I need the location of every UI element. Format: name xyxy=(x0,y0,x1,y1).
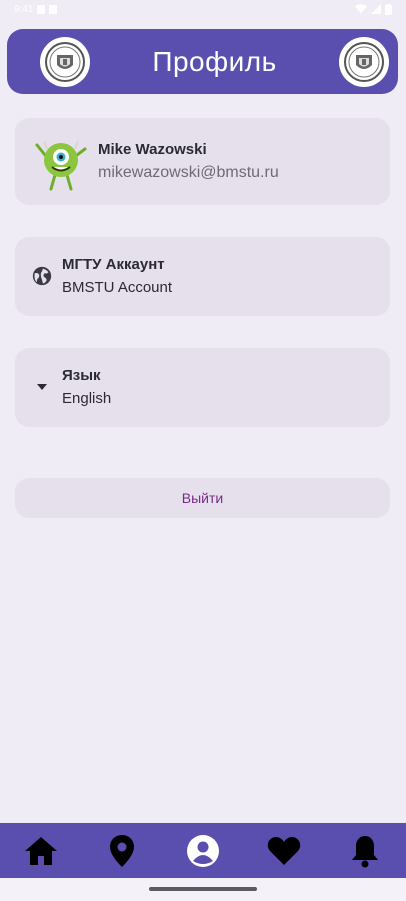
home-icon xyxy=(25,836,57,865)
app-header: Профиль xyxy=(7,29,398,94)
status-time: 9:41 xyxy=(14,3,34,15)
bell-icon xyxy=(352,835,378,867)
emblem-left xyxy=(40,36,90,87)
globe-icon xyxy=(32,266,52,286)
profile-icon xyxy=(187,834,219,867)
language-title: Язык xyxy=(62,367,101,384)
nav-map[interactable] xyxy=(103,832,141,870)
bottom-nav xyxy=(0,823,406,878)
account-title: МГТУ Аккаунт xyxy=(62,256,165,273)
user-email: mikewazowski@bmstu.ru xyxy=(98,164,279,181)
status-bar: 9:41 xyxy=(0,0,406,18)
dropdown-arrow-icon[interactable] xyxy=(36,383,48,391)
heart-icon xyxy=(267,836,301,865)
avatar xyxy=(35,140,87,191)
account-card[interactable]: МГТУ Аккаунт BMSTU Account xyxy=(15,237,390,316)
logout-button[interactable]: Выйти xyxy=(15,478,390,518)
sd-card-icon xyxy=(49,4,58,14)
gesture-bar[interactable] xyxy=(149,887,257,891)
wifi-icon xyxy=(355,4,367,14)
battery-icon xyxy=(385,3,392,15)
language-card[interactable]: Язык English xyxy=(15,348,390,427)
profile-card: Mike Wazowski mikewazowski@bmstu.ru xyxy=(15,118,390,205)
location-pin-icon xyxy=(110,834,134,867)
account-subtitle: BMSTU Account xyxy=(62,279,173,296)
nav-notifications[interactable] xyxy=(346,832,384,870)
user-name: Mike Wazowski xyxy=(98,141,207,158)
status-right xyxy=(355,3,392,15)
page-title: Профиль xyxy=(152,45,277,77)
nav-home[interactable] xyxy=(22,832,60,870)
language-value: English xyxy=(62,390,112,407)
signal-icon xyxy=(371,4,381,14)
notification-icon xyxy=(37,4,46,14)
nav-favorites[interactable] xyxy=(265,832,303,870)
bmstu-emblem-icon xyxy=(344,41,384,82)
nav-profile[interactable] xyxy=(184,832,222,870)
emblem-right xyxy=(339,36,389,87)
bmstu-emblem-icon xyxy=(45,41,85,82)
gesture-area xyxy=(0,878,406,901)
status-left: 9:41 xyxy=(14,3,58,15)
